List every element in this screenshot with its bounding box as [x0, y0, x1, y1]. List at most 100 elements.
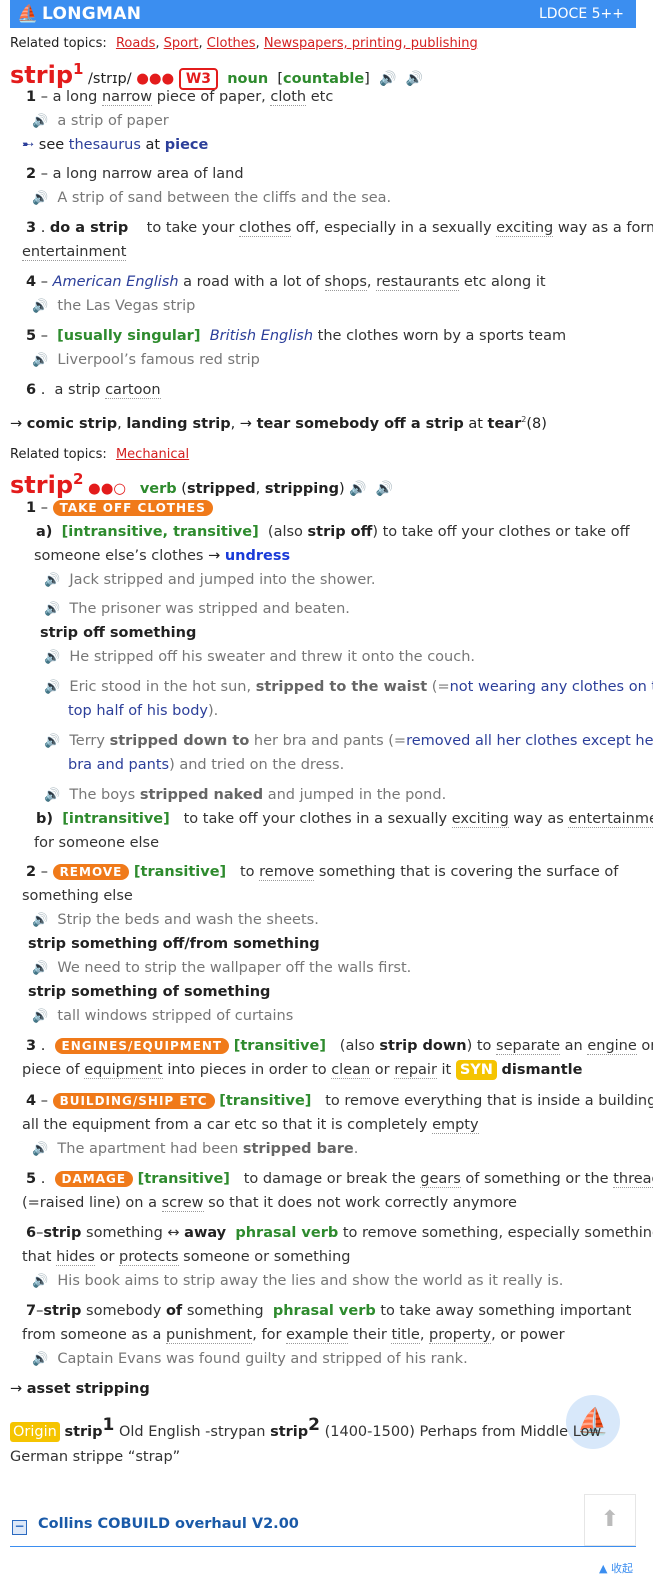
- example-cont: bra and pants) and tried on the dress.: [68, 757, 345, 773]
- example: 🔊 a strip of paper: [32, 113, 169, 129]
- example-speaker-icon[interactable]: 🔊: [44, 650, 60, 665]
- example-speaker-icon[interactable]: 🔊: [32, 1009, 48, 1024]
- verb-sense-3: 3 . ENGINES/EQUIPMENT [transitive] (also…: [26, 1038, 653, 1055]
- verb-sense-3-cont: piece of equipment into pieces in order …: [22, 1060, 583, 1080]
- sub-sense-b-cont: for someone else: [34, 835, 160, 851]
- collins-title: Collins COBUILD overhaul V2.00: [38, 1516, 299, 1532]
- example-speaker-icon[interactable]: 🔊: [32, 913, 48, 928]
- verb-sense-4-cont: all the equipment from a car etc so that…: [22, 1117, 479, 1134]
- dictionary-version: LDOCE 5++: [538, 6, 624, 22]
- example-speaker-icon[interactable]: 🔊: [44, 734, 60, 749]
- example: 🔊 Captain Evans was found guilty and str…: [32, 1351, 468, 1367]
- example-speaker-icon[interactable]: 🔊: [32, 1142, 48, 1157]
- thesaurus-link[interactable]: thesaurus: [69, 137, 141, 153]
- verb-sense-6-cont: that hides or protects someone or someth…: [22, 1249, 351, 1266]
- example-speaker-icon[interactable]: 🔊: [32, 114, 48, 129]
- example-speaker-icon[interactable]: 🔊: [32, 353, 48, 368]
- example: 🔊 Liverpool’s famous red strip: [32, 352, 260, 368]
- topic-link-roads[interactable]: Roads: [116, 36, 155, 51]
- ship-logo-icon: ⛵: [17, 4, 39, 24]
- sense-4: 4 – American English a road with a lot o…: [26, 274, 546, 291]
- synonym-word[interactable]: dismantle: [502, 1062, 583, 1078]
- signpost: REMOVE: [52, 864, 130, 880]
- example: 🔊 Jack stripped and jumped into the show…: [44, 572, 376, 588]
- example-speaker-icon[interactable]: 🔊: [44, 602, 60, 617]
- example: 🔊 A strip of sand between the cliffs and…: [32, 190, 392, 206]
- example-cont: top half of his body).: [68, 703, 219, 719]
- example: 🔊 The prisoner was stripped and beaten.: [44, 601, 350, 617]
- sub-sense-b: b) [intransitive] to take off your cloth…: [36, 808, 653, 830]
- verb-sense-4: 4 – BUILDING/SHIP ETC [transitive] to re…: [26, 1093, 653, 1109]
- divider: [10, 1546, 636, 1547]
- headword: strip2: [10, 470, 84, 499]
- example: 🔊 Eric stood in the hot sun, stripped to…: [44, 679, 653, 695]
- etymology: Origin strip1 Old English -strypan strip…: [10, 1417, 601, 1444]
- pattern: strip something of something: [28, 984, 271, 1000]
- app-header: ⛵ LONGMAN LDOCE 5++: [10, 0, 636, 28]
- speaker-american-icon[interactable]: 🔊: [376, 481, 393, 497]
- collapse-hint[interactable]: ▲ 收起: [599, 1560, 633, 1576]
- example-speaker-icon[interactable]: 🔊: [32, 191, 48, 206]
- speaker-british-icon[interactable]: 🔊: [379, 71, 396, 87]
- example-speaker-icon[interactable]: 🔊: [44, 680, 60, 695]
- topic-link-mechanical[interactable]: Mechanical: [116, 447, 189, 462]
- related-topics-2: Related topics: Mechanical: [10, 447, 190, 462]
- example: 🔊 Terry stripped down to her bra and pan…: [44, 733, 653, 749]
- example-speaker-icon[interactable]: 🔊: [32, 299, 48, 314]
- piece-link[interactable]: piece: [165, 137, 209, 153]
- part-of-speech: verb: [139, 481, 177, 497]
- signpost: TAKE OFF CLOTHES: [52, 500, 213, 516]
- example-speaker-icon[interactable]: 🔊: [44, 573, 60, 588]
- undress-link[interactable]: undress: [225, 548, 290, 564]
- speaker-british-icon[interactable]: 🔊: [349, 481, 366, 497]
- topic-link-clothes[interactable]: Clothes: [207, 36, 256, 51]
- verb-sense-1: 1 – TAKE OFF CLOTHES: [26, 497, 213, 519]
- frequency-dots: ●●○: [88, 481, 127, 497]
- example-speaker-icon[interactable]: 🔊: [32, 1274, 48, 1289]
- example: 🔊 The apartment had been stripped bare.: [32, 1141, 359, 1157]
- pattern: strip something off/from something: [28, 936, 320, 952]
- topic-link-sport[interactable]: Sport: [164, 36, 199, 51]
- example-speaker-icon[interactable]: 🔊: [32, 1352, 48, 1367]
- signpost: DAMAGE: [54, 1171, 134, 1187]
- cross-reference: → comic strip, landing strip, → tear som…: [10, 415, 547, 432]
- topic-link-newspapers[interactable]: Newspapers, printing, publishing: [264, 36, 478, 51]
- collapse-icon[interactable]: −: [12, 1520, 27, 1535]
- sense-3: 3 . do a strip to take your clothes off,…: [26, 220, 653, 237]
- xref-comic-strip[interactable]: comic strip: [27, 416, 117, 432]
- example: 🔊 He stripped off his sweater and threw …: [44, 649, 476, 665]
- headword: strip1: [10, 60, 84, 89]
- related-topics: Related topics: Roads, Sport, Clothes, N…: [10, 36, 478, 51]
- speaker-american-icon[interactable]: 🔊: [406, 71, 423, 87]
- sense-3-cont: entertainment: [22, 244, 127, 261]
- verb-sense-5: 5 . DAMAGE [transitive] to damage or bre…: [26, 1168, 653, 1190]
- sense-1: 1 – a long narrow piece of paper, cloth …: [26, 89, 334, 106]
- sense-6: 6 . a strip cartoon: [26, 382, 161, 399]
- frequency-dots: ●●●: [136, 71, 175, 87]
- xref-asset-stripping[interactable]: asset stripping: [27, 1381, 150, 1397]
- sense-5: 5 – [usually singular] British English t…: [26, 328, 567, 344]
- verb-sense-7-cont: from someone as a punishment, for exampl…: [22, 1327, 565, 1344]
- example: 🔊 the Las Vegas strip: [32, 298, 196, 314]
- synonym-badge: SYN: [455, 1060, 497, 1080]
- xref-landing-strip[interactable]: landing strip: [126, 416, 230, 432]
- cross-reference-2: → asset stripping: [10, 1381, 150, 1397]
- signpost: BUILDING/SHIP ETC: [52, 1093, 215, 1109]
- example: 🔊 The boys stripped naked and jumped in …: [44, 787, 447, 803]
- part-of-speech: noun: [227, 71, 269, 87]
- pattern: strip off something: [40, 625, 197, 641]
- example-speaker-icon[interactable]: 🔊: [44, 788, 60, 803]
- example: 🔊 His book aims to strip away the lies a…: [32, 1273, 564, 1289]
- verb-sense-2-cont: something else: [22, 888, 133, 904]
- verb-sense-5-cont: (=raised line) on a screw so that it doe…: [22, 1195, 517, 1212]
- collins-section-header[interactable]: − Collins COBUILD overhaul V2.00: [10, 1516, 636, 1540]
- brand-title: LONGMAN: [42, 4, 142, 24]
- verb-sense-7: 7–strip somebody of something phrasal ve…: [26, 1303, 632, 1319]
- sense-2: 2 – a long narrow area of land: [26, 166, 244, 182]
- example: 🔊 Strip the beds and wash the sheets.: [32, 912, 319, 928]
- xref-tear-off[interactable]: tear somebody off a strip: [257, 416, 464, 432]
- example-speaker-icon[interactable]: 🔊: [32, 961, 48, 976]
- verb-forms: (stripped, stripping): [181, 481, 345, 497]
- thesaurus-ref: ➸ see thesaurus at piece: [22, 137, 209, 153]
- grammar-code: [countable]: [277, 71, 370, 87]
